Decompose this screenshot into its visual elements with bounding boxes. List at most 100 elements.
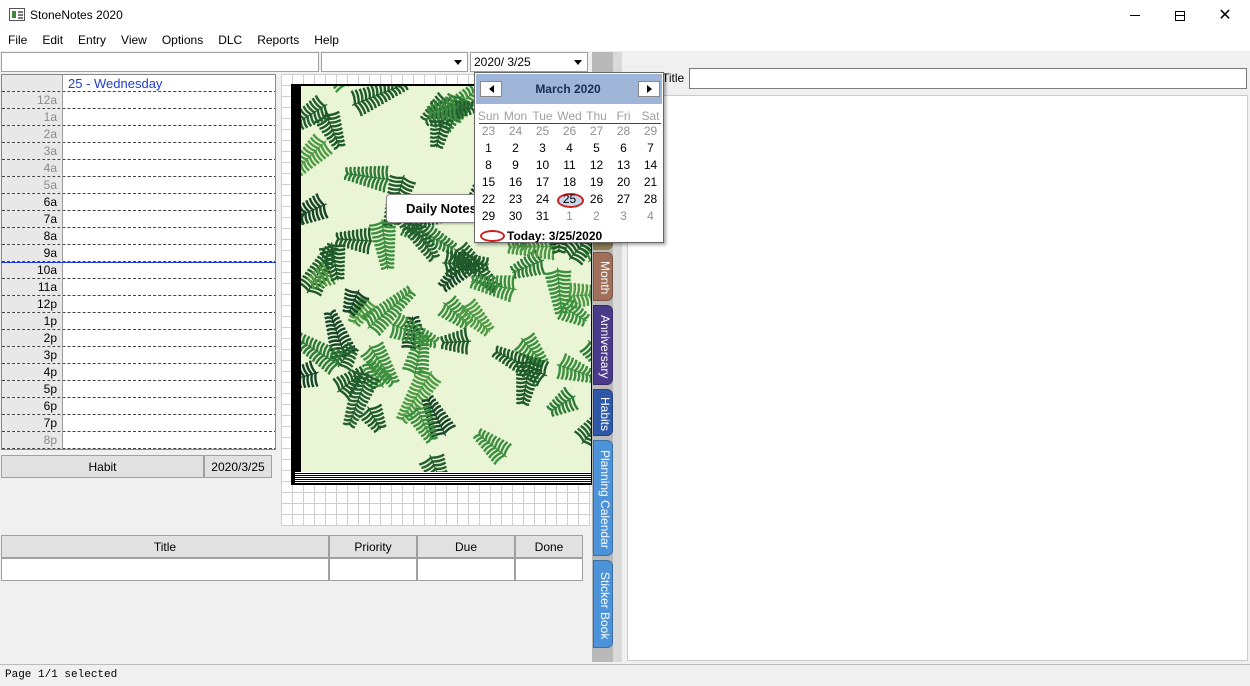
schedule-row[interactable]: 8a <box>2 228 275 245</box>
side-tab-planning-calendar[interactable]: Planning Calendar <box>593 440 613 556</box>
chevron-down-icon[interactable] <box>450 54 466 70</box>
calendar-day[interactable]: 31 <box>529 208 556 225</box>
calendar-day[interactable]: 2 <box>502 140 529 157</box>
minimize-button-real[interactable] <box>1112 0 1158 31</box>
calendar-prev-button[interactable] <box>480 81 502 97</box>
schedule-row[interactable]: 1p <box>2 313 275 330</box>
schedule-row[interactable]: 7a <box>2 211 275 228</box>
calendar-day[interactable]: 24 <box>502 123 529 140</box>
calendar-day[interactable]: 11 <box>556 157 583 174</box>
task-row-done-cell[interactable] <box>515 558 583 581</box>
chevron-down-icon[interactable] <box>570 54 586 70</box>
calendar-day[interactable]: 14 <box>637 157 664 174</box>
calendar-day[interactable]: 29 <box>475 208 502 225</box>
task-column-done[interactable]: Done <box>515 535 583 558</box>
calendar-day[interactable]: 25 <box>529 123 556 140</box>
calendar-day[interactable]: 23 <box>475 123 502 140</box>
calendar-day[interactable]: 9 <box>502 157 529 174</box>
menu-help[interactable]: Help <box>306 31 346 51</box>
side-tab-sticker-book[interactable]: Sticker Book <box>593 560 613 648</box>
calendar-day[interactable]: 27 <box>610 191 637 208</box>
calendar-popup[interactable]: March 2020 Sun Mon Tue Wed Thu Fri Sat 23 24 25 26… <box>474 72 664 243</box>
menu-file[interactable]: File <box>0 31 34 51</box>
schedule-row[interactable]: 2p <box>2 330 275 347</box>
calendar-next-button[interactable] <box>638 81 660 97</box>
schedule-row[interactable]: 12p <box>2 296 275 313</box>
schedule-row[interactable]: 12a <box>2 92 275 109</box>
calendar-day[interactable]: 27 <box>583 123 610 140</box>
date-picker[interactable]: 2020/ 3/25 <box>470 52 588 72</box>
schedule-row[interactable]: 7p <box>2 415 275 432</box>
side-tab-habits[interactable]: Habits <box>593 389 613 436</box>
calendar-day[interactable]: 13 <box>610 157 637 174</box>
calendar-day[interactable]: 21 <box>637 174 664 191</box>
schedule-row[interactable]: 10a <box>2 262 275 279</box>
calendar-day[interactable]: 15 <box>475 174 502 191</box>
task-column-due[interactable]: Due <box>417 535 515 558</box>
calendar-day[interactable]: 26 <box>556 123 583 140</box>
calendar-day[interactable]: 3 <box>610 208 637 225</box>
calendar-day[interactable]: 4 <box>556 140 583 157</box>
calendar-day[interactable]: 7 <box>637 140 664 157</box>
calendar-day[interactable]: 20 <box>610 174 637 191</box>
calendar-day[interactable]: 5 <box>583 140 610 157</box>
note-title-input[interactable] <box>689 68 1247 89</box>
schedule-row[interactable]: 1a <box>2 109 275 126</box>
calendar-day[interactable]: 17 <box>529 174 556 191</box>
menu-entry[interactable]: Entry <box>70 31 113 51</box>
search-input[interactable] <box>1 52 319 72</box>
category-select[interactable] <box>321 52 468 72</box>
schedule-row[interactable]: 6p <box>2 398 275 415</box>
calendar-day[interactable]: 16 <box>502 174 529 191</box>
schedule-row[interactable]: 4a <box>2 160 275 177</box>
calendar-day[interactable]: 2 <box>583 208 610 225</box>
calendar-day[interactable]: 6 <box>610 140 637 157</box>
calendar-day[interactable]: 22 <box>475 191 502 208</box>
menu-options[interactable]: Options <box>154 31 210 51</box>
schedule-row[interactable]: 2a <box>2 126 275 143</box>
schedule-row[interactable]: 3p <box>2 347 275 364</box>
calendar-day[interactable]: 24 <box>529 191 556 208</box>
task-column-priority[interactable]: Priority <box>329 535 417 558</box>
schedule-row[interactable]: 6a <box>2 194 275 211</box>
side-tab-month[interactable]: Month <box>593 252 613 301</box>
menu-view[interactable]: View <box>113 31 154 51</box>
schedule-row[interactable]: 3a <box>2 143 275 160</box>
schedule-row[interactable]: 4p <box>2 364 275 381</box>
task-row-title-cell[interactable] <box>1 558 329 581</box>
menu-reports[interactable]: Reports <box>249 31 306 51</box>
calendar-day[interactable]: 12 <box>583 157 610 174</box>
calendar-day[interactable]: 8 <box>475 157 502 174</box>
task-row-priority-cell[interactable] <box>329 558 417 581</box>
calendar-day[interactable]: 25 <box>556 191 583 208</box>
task-column-title[interactable]: Title <box>1 535 329 558</box>
menu-edit[interactable]: Edit <box>34 31 70 51</box>
side-tab-anniversary[interactable]: Anniversary <box>593 305 613 385</box>
schedule-row[interactable]: 5a <box>2 177 275 194</box>
calendar-day[interactable]: 18 <box>556 174 583 191</box>
calendar-day[interactable]: 1 <box>556 208 583 225</box>
habit-date-header[interactable]: 2020/3/25 <box>204 455 272 478</box>
calendar-day[interactable]: 1 <box>475 140 502 157</box>
calendar-day[interactable]: 29 <box>637 123 664 140</box>
daily-notes-tab[interactable]: Daily Notes <box>386 194 486 223</box>
note-editor[interactable] <box>627 95 1248 661</box>
calendar-day[interactable]: 28 <box>610 123 637 140</box>
calendar-day[interactable]: 10 <box>529 157 556 174</box>
task-row-due-cell[interactable] <box>417 558 515 581</box>
maximize-button[interactable] <box>1157 0 1203 31</box>
calendar-day[interactable]: 3 <box>529 140 556 157</box>
calendar-day[interactable]: 30 <box>502 208 529 225</box>
schedule-row[interactable]: 5p <box>2 381 275 398</box>
calendar-day[interactable]: 28 <box>637 191 664 208</box>
schedule-row[interactable]: 9a <box>2 245 275 262</box>
menu-dlc[interactable]: DLC <box>210 31 249 51</box>
close-button[interactable]: ✕ <box>1202 0 1248 31</box>
calendar-day[interactable]: 23 <box>502 191 529 208</box>
schedule-row[interactable]: 11a <box>2 279 275 296</box>
habit-column-header[interactable]: Habit <box>1 455 204 478</box>
calendar-today-button[interactable]: Today: 3/25/2020 <box>507 229 602 243</box>
schedule-row[interactable]: 8p <box>2 432 275 449</box>
calendar-day[interactable]: 4 <box>637 208 664 225</box>
calendar-day[interactable]: 19 <box>583 174 610 191</box>
